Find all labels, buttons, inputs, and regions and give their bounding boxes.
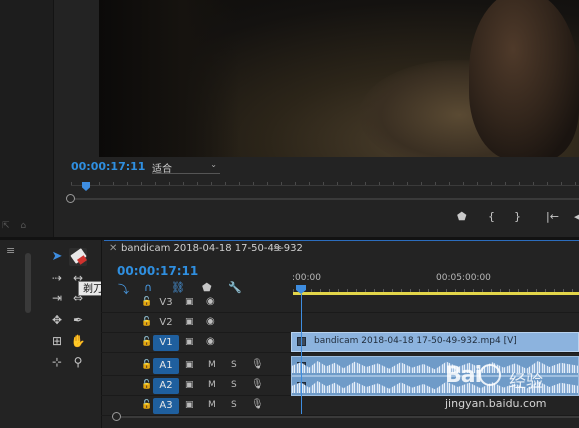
pen-tool-icon[interactable]: ✒	[69, 311, 87, 329]
ruler-label-5min: 00:05:00:00	[436, 273, 491, 283]
lock-icon[interactable]: 🔓	[141, 360, 152, 370]
transport-controls: ⬟ { } |← ◂	[450, 210, 579, 226]
fit-dropdown[interactable]: 适合 ⌄	[152, 160, 220, 175]
eye-icon[interactable]: ◉	[206, 316, 215, 327]
project-panel-edge	[0, 240, 24, 428]
selection-tool-icon[interactable]: ➤	[48, 248, 66, 266]
scrollbar-handle[interactable]	[112, 412, 121, 421]
sync-lock-icon[interactable]: ▣	[185, 317, 194, 327]
program-time-ruler[interactable]	[71, 176, 579, 186]
project-scrollbar[interactable]	[25, 253, 31, 313]
mark-out-icon[interactable]: }	[514, 210, 521, 223]
slide-tool-icon[interactable]: ✥	[48, 311, 66, 329]
lock-icon[interactable]: 🔓	[141, 337, 152, 347]
video-scene-figure	[469, 0, 579, 157]
zoom-tool-icon[interactable]: ⚲	[69, 353, 87, 371]
program-zoom-scrollbar[interactable]	[66, 194, 579, 204]
left-panel-icons: ⇱ ⌂	[2, 221, 31, 231]
eye-icon[interactable]: ◉	[206, 296, 215, 307]
lock-icon[interactable]: 🔓	[141, 400, 152, 410]
track-label-v1[interactable]: V1	[153, 335, 179, 351]
hamburger-menu-icon[interactable]: ≡	[6, 244, 15, 257]
track-label-v3[interactable]: V3	[153, 295, 179, 311]
track-label-a1[interactable]: A1	[153, 358, 179, 374]
chevron-down-icon: ⌄	[210, 160, 217, 169]
baidu-paw-icon	[479, 364, 501, 386]
program-timecode[interactable]: 00:00:17:11	[71, 160, 145, 173]
track-row-v3: 🔓 V3 ▣ ◉	[101, 293, 579, 313]
solo-toggle[interactable]: S	[231, 380, 237, 390]
track-label-a2[interactable]: A2	[153, 378, 179, 394]
watermark-logo-tail: 经验	[509, 372, 543, 392]
timeline-playhead-line	[301, 294, 302, 414]
eye-icon[interactable]: ◉	[206, 336, 215, 347]
timeline-timecode[interactable]: 00:00:17:11	[117, 264, 198, 278]
mute-toggle[interactable]: M	[208, 360, 216, 370]
track-row-v2: 🔓 V2 ▣ ◉	[101, 313, 579, 333]
track-label-v2[interactable]: V2	[153, 315, 179, 331]
video-clip-v1[interactable]: bandicam 2018-04-18 17-50-49-932.mp4 [V]	[291, 332, 579, 352]
track-select-tool-icon[interactable]: ⇢	[48, 269, 66, 287]
sync-lock-icon[interactable]: ▣	[185, 297, 194, 307]
scrollbar-track	[74, 198, 579, 200]
solo-toggle[interactable]: S	[231, 360, 237, 370]
lock-icon[interactable]: 🔓	[141, 317, 152, 327]
sync-lock-icon[interactable]: ▣	[185, 400, 194, 410]
close-tab-icon[interactable]: ✕	[109, 243, 117, 254]
left-panel-strip	[0, 0, 54, 240]
tools-panel: ➤ ⇢ ↔ ⇥ ⇔ ✥ ✒ ⊞ ✋ ⊹ ⚲	[40, 240, 100, 428]
microphone-icon[interactable]: 🎙	[251, 379, 264, 390]
track-area-v2[interactable]	[292, 313, 579, 333]
hand-tool-icon[interactable]: ✋	[69, 332, 87, 350]
program-monitor-video	[99, 0, 579, 157]
fit-dropdown-value: 适合	[152, 164, 172, 175]
baidu-jingyan-watermark: Bai 经验 jingyan.baidu.com	[445, 363, 579, 419]
sync-lock-icon[interactable]: ▣	[185, 380, 194, 390]
microphone-icon[interactable]: 🎙	[251, 399, 264, 410]
type-tool-icon[interactable]: ⊹	[48, 353, 66, 371]
sync-lock-icon[interactable]: ▣	[185, 360, 194, 370]
sync-lock-icon[interactable]: ▣	[185, 337, 194, 347]
step-back-icon[interactable]: ◂	[574, 210, 579, 223]
marker-icon[interactable]: ⬟	[457, 210, 467, 223]
lock-icon[interactable]: 🔓	[141, 380, 152, 390]
watermark-logo-text: Bai	[445, 363, 482, 388]
razor-tool-icon[interactable]	[69, 248, 87, 266]
lock-icon[interactable]: 🔓	[141, 297, 152, 307]
mute-toggle[interactable]: M	[208, 380, 216, 390]
solo-toggle[interactable]: S	[231, 400, 237, 410]
go-to-in-icon[interactable]: |←	[546, 210, 559, 223]
rolling-edit-tool-icon[interactable]: ⇥	[48, 289, 66, 307]
track-area-v3[interactable]	[292, 293, 579, 313]
rate-stretch-tool-icon[interactable]: ⊞	[48, 332, 66, 350]
watermark-url: jingyan.baidu.com	[445, 397, 547, 410]
timeline-menu-icon[interactable]: ≡	[273, 242, 282, 255]
mute-toggle[interactable]: M	[208, 400, 216, 410]
video-clip-label: bandicam 2018-04-18 17-50-49-932.mp4 [V]	[314, 336, 517, 346]
mark-in-icon[interactable]: {	[488, 210, 495, 223]
microphone-icon[interactable]: 🎙	[251, 359, 264, 370]
video-scene-shadow	[99, 0, 239, 157]
scrollbar-handle[interactable]	[66, 194, 75, 203]
ruler-label-start: :00:00	[292, 273, 321, 283]
